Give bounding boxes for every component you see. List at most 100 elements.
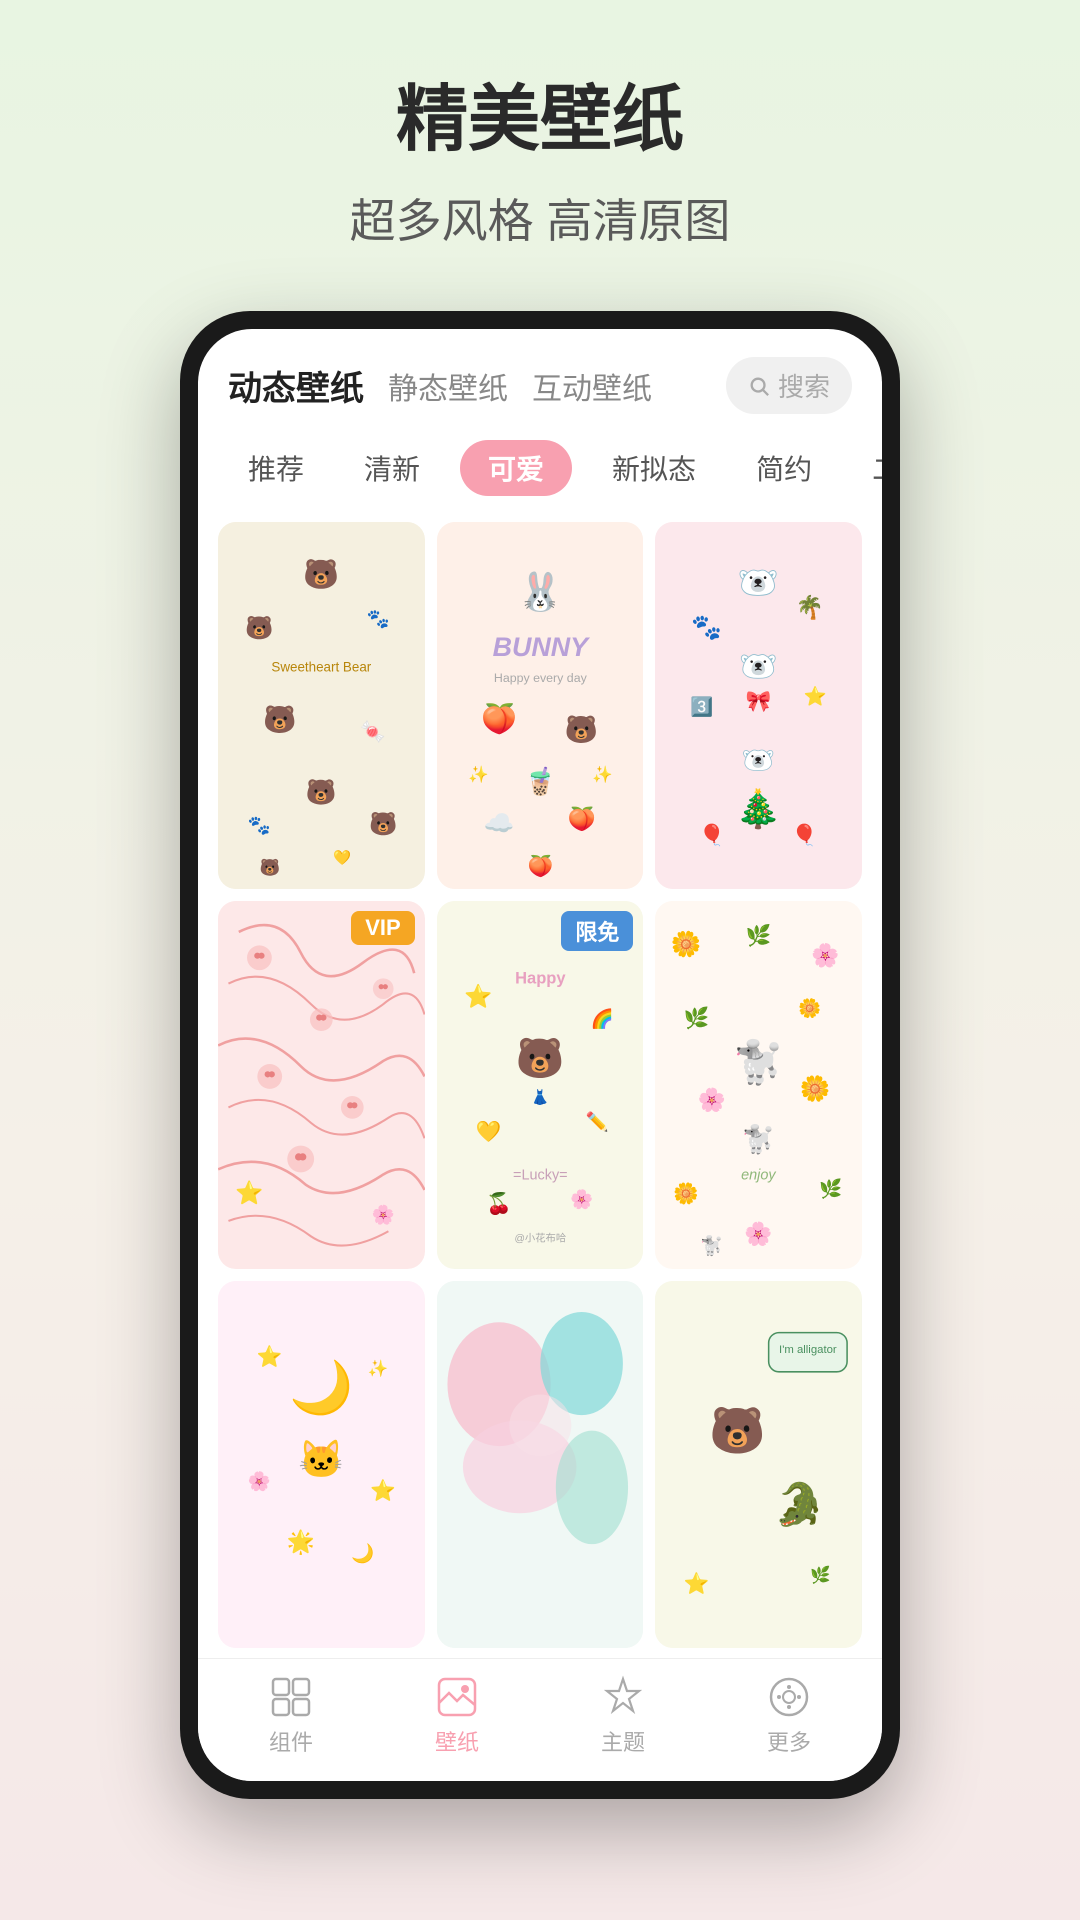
svg-text:🌸: 🌸: [570, 1189, 593, 1211]
nav-item-widget[interactable]: 组件: [269, 1675, 313, 1757]
wallpaper-card-9[interactable]: 🐻 I'm alligator 🐊 ⭐ 🌿: [655, 1281, 862, 1648]
svg-text:🌿: 🌿: [684, 1006, 710, 1030]
svg-text:🌸: 🌸: [372, 1204, 395, 1226]
search-button[interactable]: 搜索: [726, 357, 852, 414]
nav-label-wallpaper: 壁纸: [435, 1725, 479, 1757]
svg-text:🐻: 🐻: [306, 777, 337, 807]
svg-text:🌟: 🌟: [287, 1528, 315, 1555]
svg-text:🌿: 🌿: [819, 1179, 842, 1201]
svg-text:=Lucky=: =Lucky=: [513, 1168, 568, 1184]
cat-anime[interactable]: 二次元: [852, 440, 882, 496]
svg-text:☁️: ☁️: [483, 811, 514, 838]
svg-text:✨: ✨: [592, 765, 613, 784]
svg-text:🐻: 🐻: [565, 713, 598, 745]
nav-tab-interactive[interactable]: 互动壁纸: [532, 360, 652, 412]
svg-text:🐻: 🐻: [369, 810, 397, 837]
svg-text:🐾: 🐾: [367, 608, 390, 630]
nav-label-theme: 主题: [601, 1725, 645, 1757]
search-icon: [748, 375, 770, 397]
svg-text:🍑: 🍑: [527, 854, 553, 878]
svg-text:enjoy: enjoy: [741, 1168, 776, 1184]
limit-badge: 限免: [561, 911, 633, 951]
svg-text:🐾: 🐾: [692, 615, 723, 642]
svg-text:I'm alligator: I'm alligator: [779, 1344, 837, 1356]
svg-text:⭐: ⭐: [235, 1180, 263, 1206]
svg-text:🌼: 🌼: [674, 1182, 700, 1206]
svg-text:🧋: 🧋: [523, 765, 556, 796]
svg-text:🐻‍❄️: 🐻‍❄️: [739, 649, 778, 684]
cat-simple[interactable]: 简约: [736, 440, 832, 496]
svg-text:🎈: 🎈: [792, 822, 818, 847]
svg-text:🐻‍❄️: 🐻‍❄️: [742, 746, 775, 776]
svg-text:💛: 💛: [476, 1120, 502, 1144]
svg-text:🎈: 🎈: [699, 822, 725, 847]
svg-text:🎄: 🎄: [736, 787, 782, 830]
svg-text:🌸: 🌸: [812, 942, 840, 968]
svg-text:🍒: 🍒: [486, 1192, 512, 1217]
wallpaper-card-4[interactable]: VIP: [218, 901, 425, 1268]
nav-item-more[interactable]: 更多: [767, 1675, 811, 1757]
bottom-nav: 组件 壁纸 主题: [198, 1658, 882, 1781]
svg-text:Happy: Happy: [515, 970, 566, 988]
more-icon: [767, 1675, 811, 1719]
wallpaper-card-3[interactable]: 🐻‍❄️ 🐾 🌴 🐻‍❄️ 🎀 3️⃣ ⭐ 🐻‍❄️ 🎄 🎈 🎈: [655, 522, 862, 889]
svg-text:🐰: 🐰: [517, 571, 563, 614]
header-nav: 动态壁纸 静态壁纸 互动壁纸 搜索: [198, 329, 882, 430]
wallpaper-card-2[interactable]: 🐰 BUNNY Happy every day 🍑 🐻 🧋 ☁️ 🍑 🍑 ✨ ✨: [437, 522, 644, 889]
svg-text:🍑: 🍑: [567, 805, 595, 831]
svg-text:🐻‍❄️: 🐻‍❄️: [738, 564, 779, 601]
svg-text:🐩: 🐩: [733, 1038, 784, 1088]
svg-text:🌸: 🌸: [248, 1470, 271, 1492]
svg-text:🎀: 🎀: [746, 690, 772, 713]
cat-fresh[interactable]: 清新: [344, 440, 440, 496]
svg-text:🐻: 🐻: [245, 614, 273, 641]
svg-text:⭐: ⭐: [370, 1479, 396, 1503]
svg-text:🐱: 🐱: [298, 1438, 344, 1480]
wallpaper-icon: [435, 1675, 479, 1719]
svg-text:👗: 👗: [531, 1089, 549, 1107]
svg-text:⭐: ⭐: [464, 984, 492, 1010]
svg-text:💛: 💛: [333, 850, 352, 867]
svg-text:🌿: 🌿: [810, 1565, 831, 1584]
category-row: 推荐 清新 可爱 新拟态 简约 二次元: [198, 430, 882, 512]
nav-tab-dynamic[interactable]: 动态壁纸: [228, 357, 364, 414]
theme-icon: [601, 1675, 645, 1719]
wallpaper-card-1[interactable]: 🐻 🐻 🐾 Sweetheart Bear 🐻 🍬 🐻 🐾 🐻 💛 🐻: [218, 522, 425, 889]
svg-text:🌙: 🌙: [351, 1542, 374, 1564]
svg-text:🌼: 🌼: [799, 998, 822, 1020]
svg-text:🌼: 🌼: [671, 930, 702, 959]
svg-text:✨: ✨: [468, 765, 489, 784]
nav-label-widget: 组件: [269, 1725, 313, 1757]
nav-item-theme[interactable]: 主题: [601, 1675, 645, 1757]
svg-text:⭐: ⭐: [257, 1344, 283, 1368]
svg-text:🐊: 🐊: [774, 1479, 825, 1528]
svg-text:🐾: 🐾: [248, 815, 271, 837]
wallpaper-card-6[interactable]: 🌼 🌿 🌸 🌼 🌿 🐩 🌸 🌼 🐩 enjoy 🌼 🌿: [655, 901, 862, 1268]
svg-text:🌙: 🌙: [289, 1358, 353, 1418]
wallpaper-card-8[interactable]: [437, 1281, 644, 1648]
page-title: 精美壁纸: [396, 60, 684, 165]
phone-frame: 动态壁纸 静态壁纸 互动壁纸 搜索 推荐 清新 可爱 新拟态 简约 二次元: [180, 311, 900, 1799]
cat-recommend[interactable]: 推荐: [228, 440, 324, 496]
svg-text:🌈: 🌈: [590, 1007, 613, 1030]
vip-badge: VIP: [351, 911, 414, 945]
nav-tab-static[interactable]: 静态壁纸: [388, 360, 508, 412]
nav-item-wallpaper[interactable]: 壁纸: [435, 1675, 479, 1757]
wallpaper-card-5[interactable]: 限免 Happy 🐻 👗 ⭐ 🌈 💛 ✏️ =Lucky= 🍒 🌸: [437, 901, 644, 1268]
svg-text:🐻: 🐻: [303, 556, 339, 591]
phone-screen: 动态壁纸 静态壁纸 互动壁纸 搜索 推荐 清新 可爱 新拟态 简约 二次元: [198, 329, 882, 1781]
cat-neumorphism[interactable]: 新拟态: [592, 440, 716, 496]
cat-cute[interactable]: 可爱: [460, 440, 572, 496]
svg-text:🐻: 🐻: [263, 702, 296, 734]
svg-text:@小花布哈: @小花布哈: [514, 1232, 566, 1245]
page-subtitle: 超多风格 高清原图: [350, 185, 731, 251]
svg-text:🐻: 🐻: [710, 1403, 767, 1456]
svg-text:🌿: 🌿: [746, 924, 772, 948]
svg-text:🌸: 🌸: [745, 1221, 773, 1247]
svg-text:🐩: 🐩: [742, 1123, 775, 1156]
wallpaper-card-7[interactable]: 🌙 🐱 ⭐ ✨ 🌸 ⭐ 🌟 🌙: [218, 1281, 425, 1648]
svg-text:3️⃣: 3️⃣: [690, 696, 713, 718]
widget-icon: [269, 1675, 313, 1719]
svg-text:Happy every day: Happy every day: [494, 671, 588, 685]
svg-text:🐻: 🐻: [259, 857, 280, 877]
